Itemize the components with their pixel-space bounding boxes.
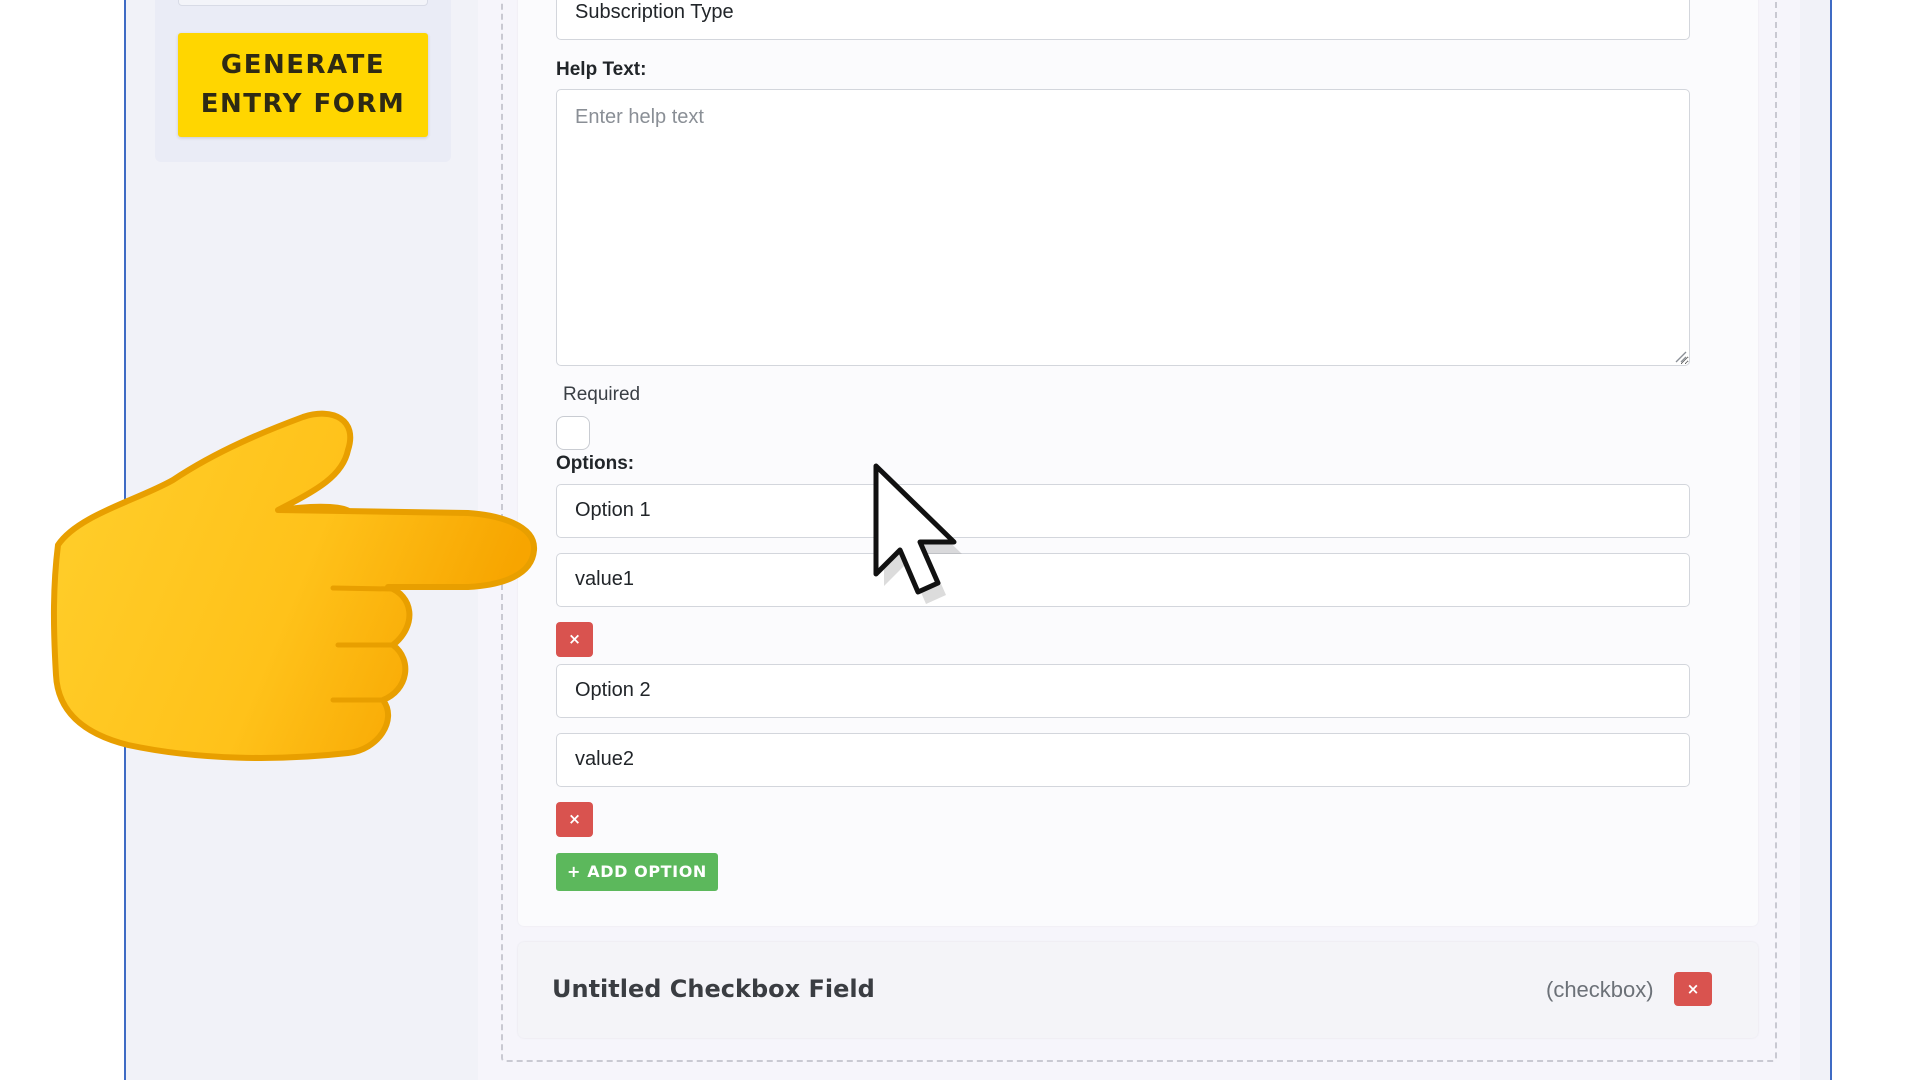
sidebar — [126, 0, 478, 1080]
option-2-label-input[interactable]: Option 2 — [556, 664, 1690, 718]
remove-checkbox-field-button[interactable]: × — [1674, 972, 1712, 1006]
option-2-value-input[interactable]: value2 — [556, 733, 1690, 787]
sidebar-previous-button[interactable] — [178, 0, 428, 6]
resize-grip-icon[interactable] — [1673, 349, 1687, 363]
option-1-label-input[interactable]: Option 1 — [556, 484, 1690, 538]
field-label-input[interactable]: Subscription Type — [556, 0, 1690, 40]
remove-option-2-button[interactable]: × — [556, 802, 593, 837]
required-checkbox[interactable] — [556, 416, 590, 450]
options-label: Options: — [556, 453, 635, 474]
option-1-value-input[interactable]: value1 — [556, 553, 1690, 607]
required-label: Required — [563, 384, 641, 405]
screen: GENERATE ENTRY FORM Subscription Type He… — [0, 0, 1920, 1080]
generate-entry-form-button[interactable]: GENERATE ENTRY FORM — [178, 33, 428, 137]
add-option-button[interactable]: + ADD OPTION — [556, 853, 718, 891]
help-text-textarea[interactable] — [556, 89, 1690, 366]
checkbox-field-type: (checkbox) — [1546, 977, 1654, 1002]
checkbox-field-title: Untitled Checkbox Field — [552, 975, 875, 1003]
help-text-label: Help Text: — [556, 59, 647, 80]
remove-option-1-button[interactable]: × — [556, 622, 593, 657]
